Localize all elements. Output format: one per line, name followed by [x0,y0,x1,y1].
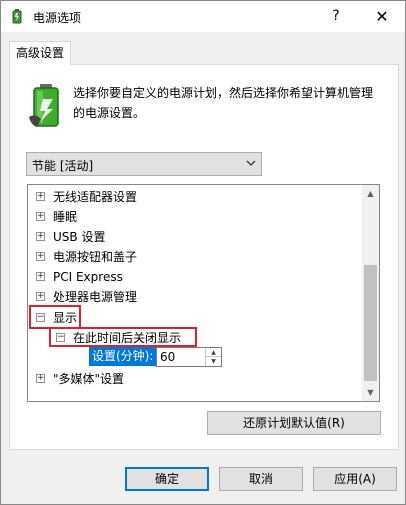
tab-advanced-settings[interactable]: 高级设置 [9,41,71,65]
spinner-arrows[interactable]: ▲ ▼ [205,348,221,366]
tree-item-label: "多媒体"设置 [53,372,125,386]
power-plan-value: 节能 [活动] [32,159,94,173]
tree-item-label: 处理器电源管理 [53,290,138,304]
tree-item-label: PCI Express [53,270,123,284]
battery-icon [29,84,59,127]
highlight-box-turn-off-display [49,327,197,347]
window-title: 电源选项 [33,11,82,25]
minutes-value[interactable]: 60 [160,350,175,364]
expand-icon[interactable]: + [36,374,45,383]
chevron-down-icon [246,160,256,166]
tree-item-label: USB 设置 [53,230,106,244]
title-bar[interactable]: 电源选项 ? ✕ [1,1,405,32]
cancel-button[interactable]: 取消 [219,467,303,491]
scrollbar-thumb[interactable] [364,265,377,381]
power-options-icon [12,9,22,24]
expand-icon[interactable]: + [36,252,45,261]
ok-button[interactable]: 确定 [125,467,209,491]
spin-down-icon[interactable]: ▼ [206,357,221,366]
expand-icon[interactable]: + [36,232,45,241]
tree-scrollbar[interactable]: ▲ ▼ [362,185,379,401]
power-settings-tree[interactable]: + 无线适配器设置 + 睡眠 + USB 设置 + 电源按钮和盖子 + PCI … [27,184,380,402]
tree-item-label: 电源按钮和盖子 [53,250,138,264]
expand-icon[interactable]: + [36,272,45,281]
expand-icon[interactable]: + [36,292,45,301]
scroll-down-icon[interactable]: ▼ [362,384,379,401]
minutes-spinner[interactable]: 60 ▲ ▼ [156,347,222,367]
description-text: 选择你要自定义的电源计划，然后选择你希望计算机管理的电源设置。 [73,86,374,120]
tree-item-label: 睡眠 [53,210,78,224]
expand-icon[interactable]: + [36,192,45,201]
setting-minutes-label: 设置(分钟): [89,347,157,366]
spin-up-icon[interactable]: ▲ [206,348,221,357]
help-button[interactable]: ? [313,1,359,32]
highlight-box-display [29,305,81,329]
tree-item-label: 无线适配器设置 [53,190,138,204]
apply-button[interactable]: 应用(A) [313,467,397,491]
power-options-dialog: 电源选项 ? ✕ 高级设置 选择你要自定义的电源计划，然后选择你希望计算机管理的… [0,0,406,505]
restore-defaults-button[interactable]: 还原计划默认值(R) [207,411,381,435]
close-button[interactable]: ✕ [359,1,405,32]
scroll-up-icon[interactable]: ▲ [362,185,379,202]
power-plan-select[interactable]: 节能 [活动] [26,152,262,176]
expand-icon[interactable]: + [36,212,45,221]
